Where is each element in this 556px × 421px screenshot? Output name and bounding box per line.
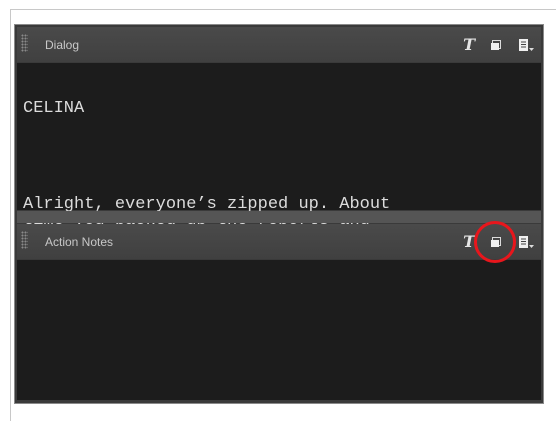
notes-menu-icon[interactable] [517, 38, 535, 52]
action-notes-panel-toolbar: T [463, 230, 535, 254]
action-notes-text-area[interactable] [17, 260, 541, 400]
dialog-panel-header[interactable]: Dialog T [17, 27, 541, 62]
dialog-panel-toolbar: T [463, 33, 535, 57]
dialog-character-name: CELINA [23, 99, 85, 118]
notes-menu-icon[interactable] [517, 235, 535, 249]
text-format-icon[interactable]: T [463, 37, 475, 53]
panel-splitter[interactable] [17, 211, 541, 223]
text-format-icon[interactable]: T [463, 234, 475, 250]
maximize-icon[interactable] [489, 38, 503, 52]
grip-handle-icon[interactable] [21, 34, 28, 52]
script-panels: Dialog T CELINA Alright, everyone’s zipp… [14, 24, 544, 404]
dialog-text-area[interactable]: CELINA Alright, everyone’s zipped up. Ab… [17, 63, 541, 245]
grip-handle-icon[interactable] [21, 231, 28, 249]
maximize-icon[interactable] [489, 235, 503, 249]
action-notes-panel-title: Action Notes [45, 235, 114, 249]
dialog-panel-title: Dialog [45, 38, 80, 52]
action-notes-panel-header[interactable]: Action Notes T [17, 224, 541, 259]
